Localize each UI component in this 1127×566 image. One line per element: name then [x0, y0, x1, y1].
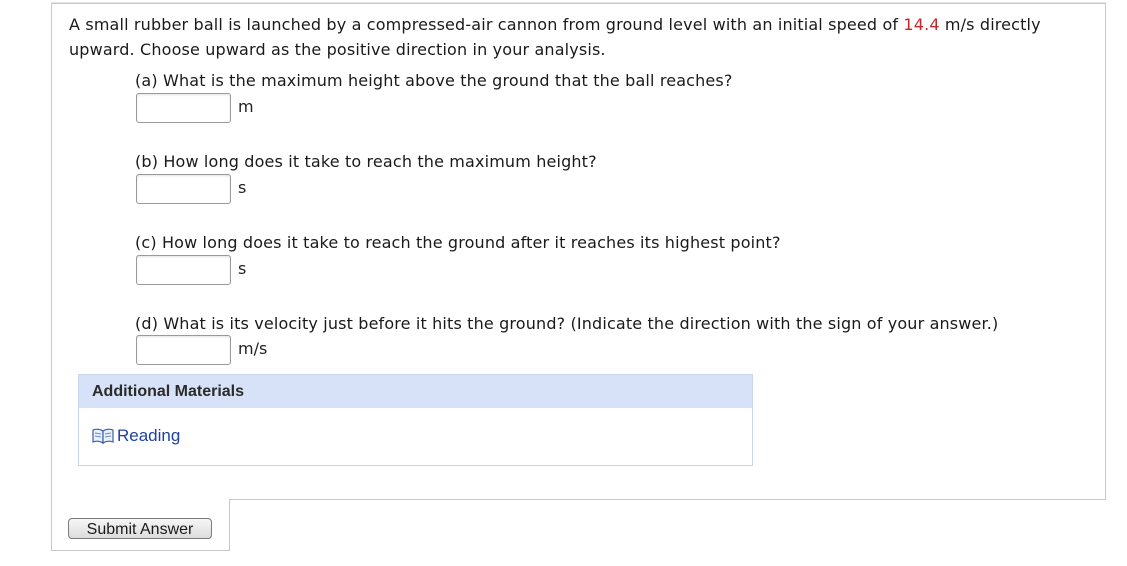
- answer-a-input[interactable]: [136, 93, 231, 123]
- question-a-label: (a) What is the maximum height above the…: [135, 71, 733, 90]
- additional-materials-panel: Additional Materials Reading: [78, 374, 753, 466]
- answer-b-input[interactable]: [136, 174, 231, 204]
- unit-a: m: [238, 97, 254, 116]
- question-c-label: (c) How long does it take to reach the g…: [135, 233, 781, 252]
- question-b-label: (b) How long does it take to reach the m…: [135, 152, 597, 171]
- reading-link[interactable]: Reading: [92, 426, 180, 446]
- additional-materials-title: Additional Materials: [79, 375, 752, 408]
- unit-b: s: [238, 178, 247, 197]
- speed-value: 14.4: [903, 15, 940, 34]
- problem-statement: A small rubber ball is launched by a com…: [69, 12, 1069, 62]
- answer-c-input[interactable]: [136, 255, 231, 285]
- answer-d-input[interactable]: [136, 335, 231, 365]
- question-d-label: (d) What is its velocity just before it …: [135, 314, 999, 333]
- book-icon: [92, 428, 114, 445]
- reading-label: Reading: [117, 426, 181, 445]
- submit-answer-button[interactable]: Submit Answer: [68, 518, 212, 539]
- intro-text-start: A small rubber ball is launched by a com…: [69, 15, 904, 34]
- unit-d: m/s: [238, 339, 268, 358]
- unit-c: s: [238, 259, 247, 278]
